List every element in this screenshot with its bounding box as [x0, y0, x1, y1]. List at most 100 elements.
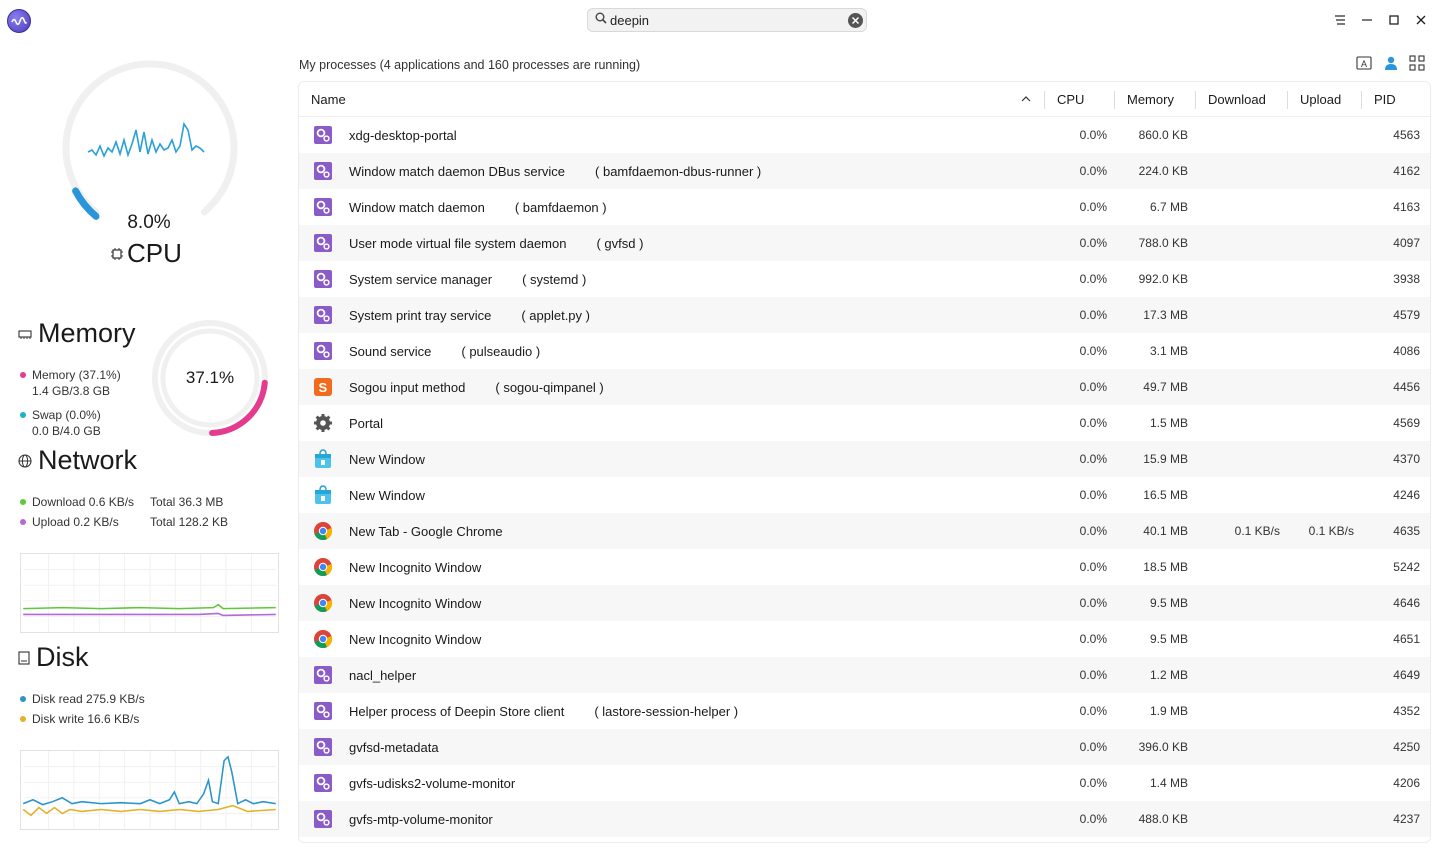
- process-memory: 860.0 KB: [1138, 128, 1188, 142]
- process-memory: 1.2 MB: [1149, 668, 1188, 682]
- process-name-cell: Helper process of Deepin Store client ( …: [299, 693, 1045, 729]
- memory-usage-line: Memory (37.1%): [20, 368, 121, 382]
- table-row[interactable]: gvfs-mtp-volume-monitor 0.0% 488.0 KB 42…: [299, 801, 1430, 837]
- network-download-line: Download 0.6 KB/s: [20, 495, 134, 509]
- maximize-button[interactable]: [1384, 10, 1404, 30]
- table-row[interactable]: User mode virtual file system daemon ( g…: [299, 225, 1430, 261]
- process-pid: 4163: [1393, 200, 1420, 214]
- process-name: User mode virtual file system daemon: [349, 235, 567, 251]
- process-download: [1196, 765, 1288, 801]
- process-download: 0.1 KB/s: [1234, 524, 1280, 538]
- network-upload-total: Total 128.2 KB: [150, 515, 229, 529]
- gear-process-icon: [313, 305, 333, 325]
- process-name: New Window: [349, 487, 425, 503]
- process-pid: 4646: [1393, 596, 1420, 610]
- process-memory: 224.0 KB: [1138, 164, 1188, 178]
- process-name: gvfs-udisks2-volume-monitor: [349, 775, 516, 791]
- all-processes-button[interactable]: [1408, 54, 1426, 72]
- process-pid: 4097: [1393, 236, 1420, 250]
- process-cpu: 0.0%: [1079, 236, 1107, 250]
- process-download: [1196, 189, 1288, 225]
- process-pid: 4250: [1393, 740, 1420, 754]
- process-cpu: 0.0%: [1079, 452, 1107, 466]
- app-logo-icon[interactable]: [7, 9, 31, 33]
- column-name-header[interactable]: Name: [299, 82, 1045, 117]
- process-memory: 15.9 MB: [1143, 452, 1188, 466]
- gear-process-icon: [313, 161, 333, 181]
- table-row[interactable]: Portal 0.0% 1.5 MB 4569: [299, 405, 1430, 441]
- clear-search-icon[interactable]: [848, 13, 863, 28]
- process-pid: 3938: [1393, 272, 1420, 286]
- column-cpu-header[interactable]: CPU: [1045, 82, 1115, 117]
- table-row[interactable]: xdg-desktop-portal 0.0% 860.0 KB 4563: [299, 117, 1430, 153]
- network-chart: [20, 553, 279, 633]
- process-name: xdg-desktop-portal: [349, 127, 457, 143]
- close-button[interactable]: [1411, 10, 1431, 30]
- table-row[interactable]: nacl_helper 0.0% 1.2 MB 4649: [299, 657, 1430, 693]
- gear-process-icon: [313, 773, 333, 793]
- network-download-text: Download 0.6 KB/s: [32, 495, 135, 509]
- process-cpu: 0.0%: [1079, 812, 1107, 826]
- tree-view-icon: [1409, 55, 1425, 71]
- table-row[interactable]: Window match daemon DBus service ( bamfd…: [299, 153, 1430, 189]
- process-download: [1196, 693, 1288, 729]
- gear-process-icon: [313, 125, 333, 145]
- search-input[interactable]: [610, 12, 848, 28]
- gear-process-icon: [313, 737, 333, 757]
- process-download: [1196, 333, 1288, 369]
- chrome-icon: [313, 557, 333, 577]
- process-name-cell: S Sogou input method ( sogou-qimpanel ): [299, 369, 1045, 405]
- process-upload: [1288, 477, 1362, 513]
- gear-process-icon: [313, 665, 333, 685]
- process-upload: [1288, 153, 1362, 189]
- chrome-icon: [313, 629, 333, 649]
- column-upload-header[interactable]: Upload: [1288, 82, 1362, 117]
- table-row[interactable]: New Incognito Window 0.0% 9.5 MB 4651: [299, 621, 1430, 657]
- table-row[interactable]: gvfs-udisks2-volume-monitor 0.0% 1.4 MB …: [299, 765, 1430, 801]
- table-row[interactable]: New Incognito Window 0.0% 18.5 MB 5242: [299, 549, 1430, 585]
- minimize-button[interactable]: [1357, 10, 1377, 30]
- process-cpu: 0.0%: [1079, 524, 1107, 538]
- process-download: [1196, 225, 1288, 261]
- process-pid: 4569: [1393, 416, 1420, 430]
- table-row[interactable]: System print tray service ( applet.py ) …: [299, 297, 1430, 333]
- upload-color-dot: [20, 518, 26, 525]
- network-upload-line-path: [23, 612, 276, 617]
- store-bag-icon: [313, 449, 333, 469]
- chip-icon: [111, 247, 123, 260]
- column-upload-label: Upload: [1300, 91, 1342, 107]
- column-download-label: Download: [1208, 91, 1266, 107]
- menu-button[interactable]: [1330, 10, 1350, 30]
- table-row[interactable]: S Sogou input method ( sogou-qimpanel ) …: [299, 369, 1430, 405]
- table-row[interactable]: Window match daemon ( bamfdaemon ) 0.0% …: [299, 189, 1430, 225]
- table-row[interactable]: New Tab - Google Chrome 0.0% 40.1 MB 0.1…: [299, 513, 1430, 549]
- column-pid-header[interactable]: PID: [1362, 82, 1430, 117]
- table-row[interactable]: Helper process of Deepin Store client ( …: [299, 693, 1430, 729]
- table-row[interactable]: gvfsd-metadata 0.0% 396.0 KB 4250: [299, 729, 1430, 765]
- process-cpu: 0.0%: [1079, 164, 1107, 178]
- process-name: nacl_helper: [349, 667, 417, 683]
- table-row[interactable]: New Incognito Window 0.0% 9.5 MB 4646: [299, 585, 1430, 621]
- search-box[interactable]: [587, 8, 867, 32]
- table-row[interactable]: New Window 0.0% 16.5 MB 4246: [299, 477, 1430, 513]
- process-download: [1196, 549, 1288, 585]
- column-memory-header[interactable]: Memory: [1115, 82, 1196, 117]
- process-name-cell: New Tab - Google Chrome: [299, 513, 1045, 549]
- column-download-header[interactable]: Download: [1196, 82, 1288, 117]
- table-row[interactable]: System service manager ( systemd ) 0.0% …: [299, 261, 1430, 297]
- process-cpu: 0.0%: [1079, 272, 1107, 286]
- process-upload: [1288, 261, 1362, 297]
- process-name-cell: System service manager ( systemd ): [299, 261, 1045, 297]
- process-name-cell: gvfs-mtp-volume-monitor: [299, 801, 1045, 837]
- my-processes-button[interactable]: [1382, 54, 1400, 72]
- process-name: New Window: [349, 451, 425, 467]
- process-memory: 40.1 MB: [1143, 524, 1188, 538]
- process-name: Sogou input method: [349, 379, 466, 395]
- column-cpu-label: CPU: [1057, 91, 1085, 107]
- process-pid: 4563: [1393, 128, 1420, 142]
- column-name-label: Name: [311, 91, 346, 107]
- search-icon: [595, 11, 607, 29]
- table-row[interactable]: Sound service ( pulseaudio ) 0.0% 3.1 MB…: [299, 333, 1430, 369]
- table-row[interactable]: New Window 0.0% 15.9 MB 4370: [299, 441, 1430, 477]
- app-view-button[interactable]: A: [1355, 54, 1373, 72]
